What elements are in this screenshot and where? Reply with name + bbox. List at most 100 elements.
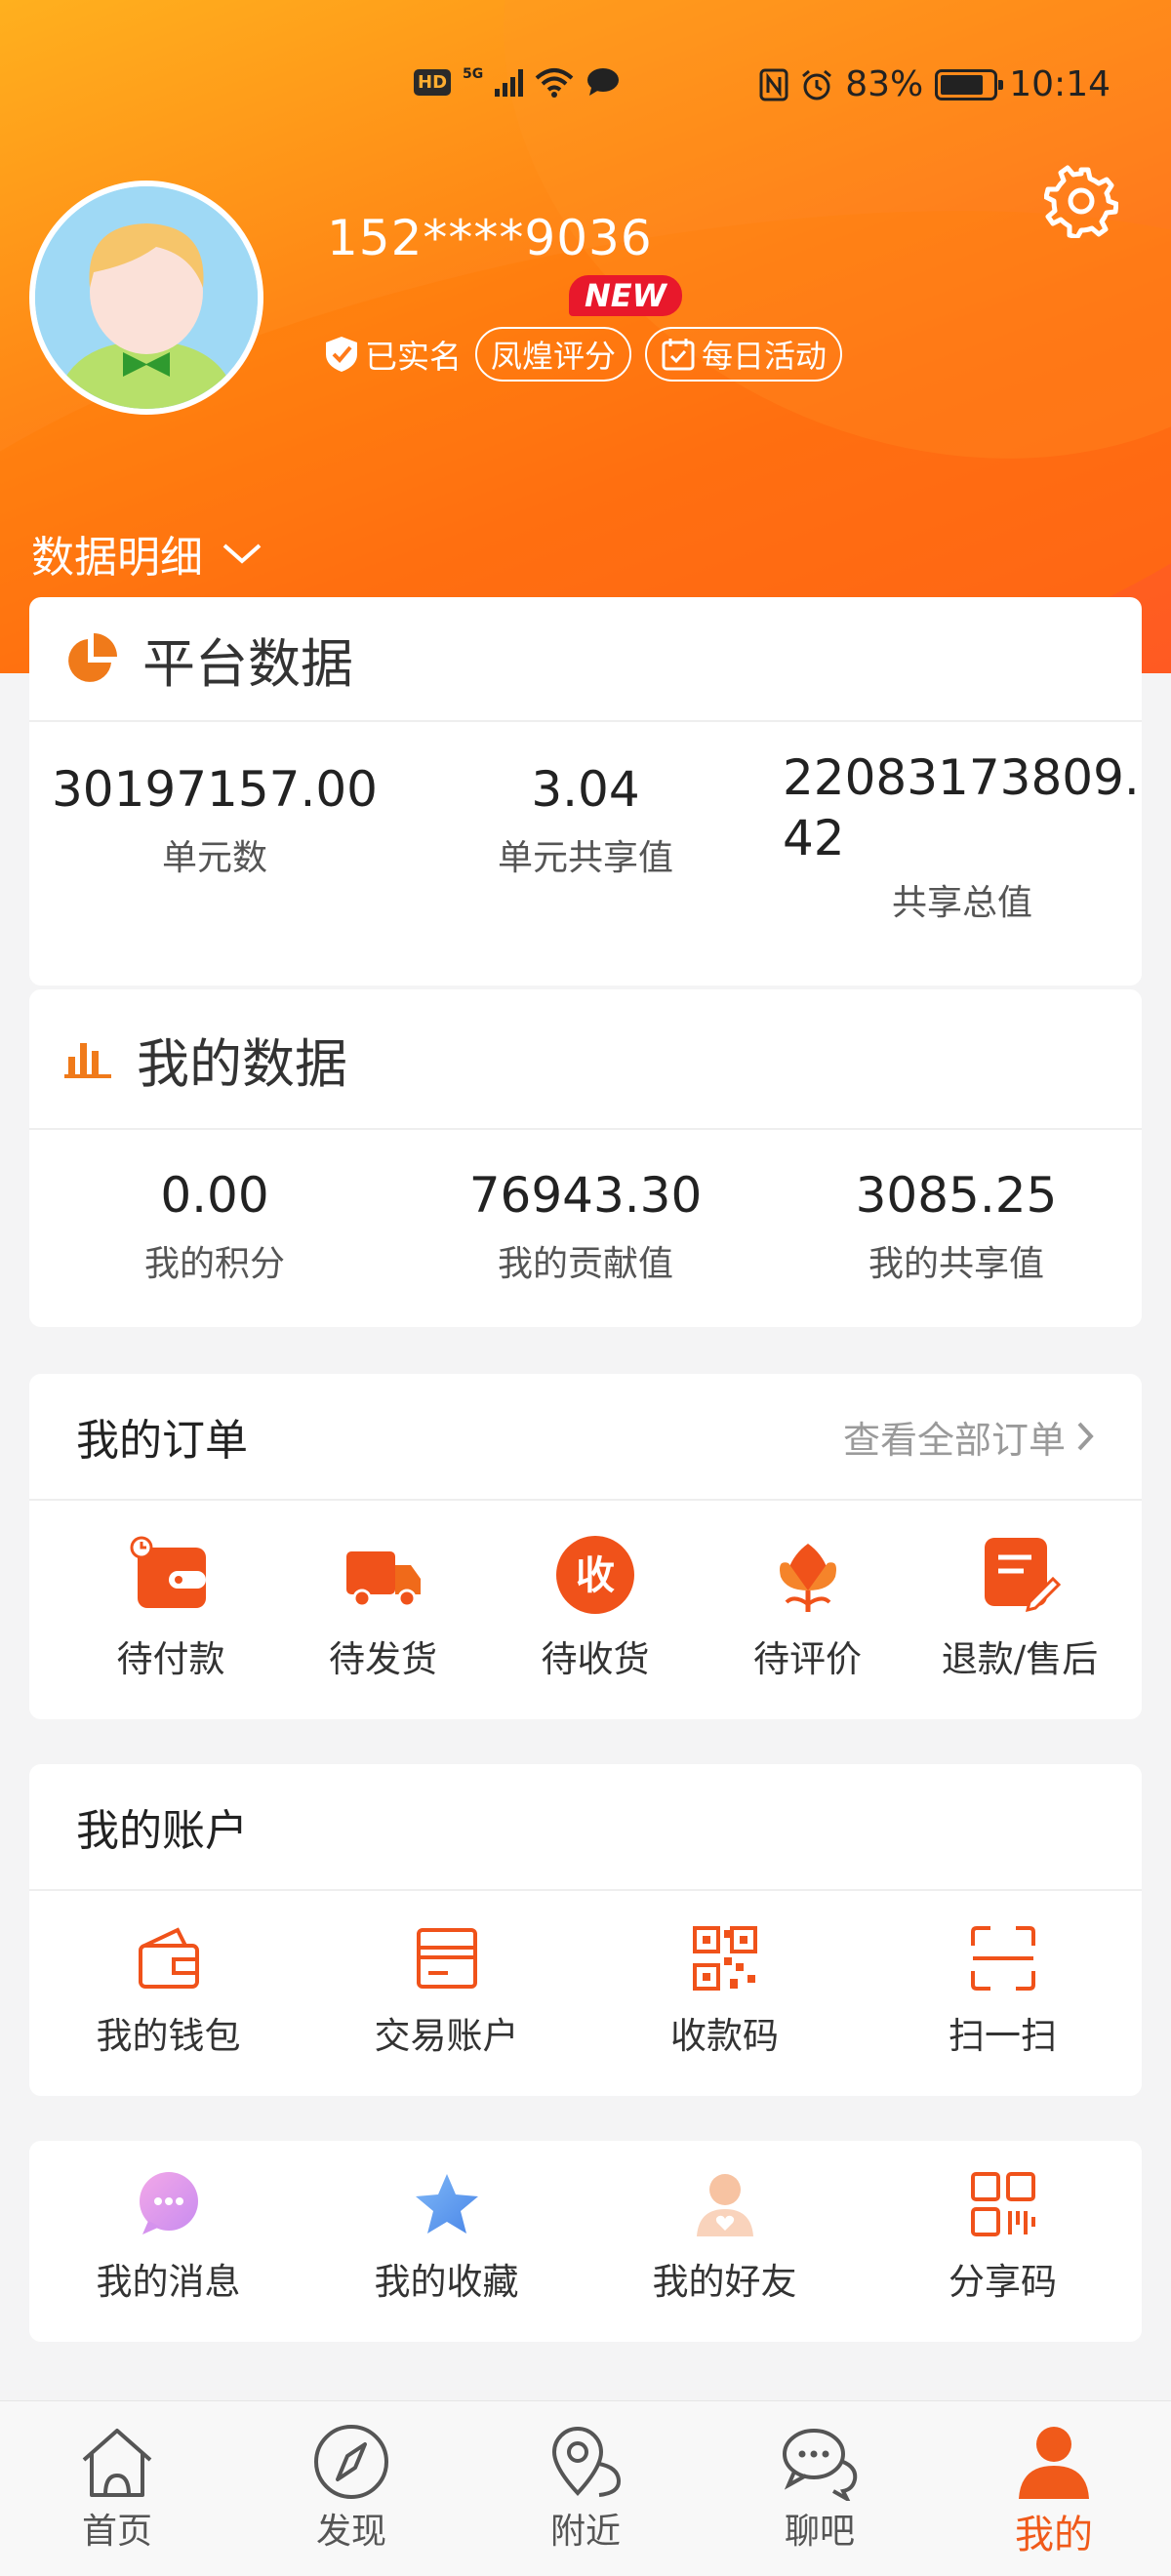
stat-label: 单元共享值 <box>497 838 673 878</box>
qr-icon <box>692 1926 757 1991</box>
wifi-icon <box>535 68 574 98</box>
order-refund[interactable]: 退款/售后 <box>917 1534 1122 1682</box>
order-label: 待发货 <box>329 1638 437 1680</box>
order-pending-receipt[interactable]: 收 待收货 <box>493 1534 698 1682</box>
social-card: 我的消息 我的收藏 我的好友 分享码 <box>29 2141 1142 2342</box>
verified-status: 已实名 <box>324 331 462 378</box>
daily-activity-button[interactable]: 每日活动 <box>645 327 843 382</box>
tab-profile[interactable]: 我的 <box>937 2401 1171 2576</box>
settings-button[interactable] <box>1043 164 1119 240</box>
calendar-check-icon <box>662 339 695 371</box>
account-payment-code[interactable]: 收款码 <box>598 1924 852 2059</box>
new-badge: NEW <box>569 275 682 316</box>
stat-label: 我的积分 <box>143 1244 285 1284</box>
tab-label: 附近 <box>549 2512 621 2552</box>
verified-label: 已实名 <box>365 338 462 376</box>
wallet-clock-icon <box>130 1536 206 1608</box>
my-data-title: 我的数据 <box>137 1032 347 1095</box>
order-pending-payment[interactable]: 待付款 <box>68 1534 273 1682</box>
order-pending-review[interactable]: 待评价 <box>706 1534 910 1682</box>
bar-chart-icon <box>64 1043 111 1078</box>
platform-data-card: 平台数据 30197157.00 单元数 3.04 单元共享值 22083173… <box>29 597 1142 986</box>
account-label: 收款码 <box>670 2015 779 2057</box>
order-label: 待收货 <box>541 1638 650 1680</box>
alarm-icon <box>802 69 832 100</box>
account-trading[interactable]: 交易账户 <box>320 1924 574 2059</box>
friend-icon <box>696 2174 753 2236</box>
stat-contribution[interactable]: 76943.30 我的贡献值 <box>400 1167 771 1286</box>
stat-label: 单元数 <box>161 838 267 878</box>
account-label: 我的钱包 <box>96 2015 241 2057</box>
svg-text:收: 收 <box>576 1553 615 1598</box>
account-card: 我的账户 我的钱包 交易账户 收款码 扫一扫 <box>29 1764 1142 2096</box>
battery-percent: 83% <box>845 64 924 104</box>
order-pending-shipment[interactable]: 待发货 <box>281 1534 486 1682</box>
share-code-icon <box>970 2172 1035 2236</box>
stat-value: 3.04 <box>531 761 640 818</box>
tab-discover[interactable]: 发现 <box>234 2401 468 2576</box>
daily-activity-label: 每日活动 <box>702 338 828 375</box>
order-label: 待付款 <box>116 1638 225 1680</box>
data-detail-label: 数据明细 <box>31 533 203 583</box>
stat-value: 22083173809. 42 <box>783 749 1140 866</box>
message-notify-icon <box>587 68 620 96</box>
stat-points[interactable]: 0.00 我的积分 <box>29 1167 400 1286</box>
social-label: 我的消息 <box>96 2261 241 2303</box>
stat-value: 0.00 <box>160 1167 269 1224</box>
order-label: 退款/售后 <box>941 1638 1099 1680</box>
stat-unit-share: 3.04 单元共享值 <box>400 761 771 925</box>
profile-header: HD 5G 83% 10:14 152****9036 NEW 已实名 凤煌评分… <box>0 0 1171 673</box>
score-label: 凤煌评分 <box>491 338 617 375</box>
shield-check-icon <box>326 337 357 372</box>
my-messages[interactable]: 我的消息 <box>42 2170 296 2305</box>
nfc-icon <box>759 68 788 101</box>
tab-chat[interactable]: 聊吧 <box>703 2401 937 2576</box>
data-detail-toggle[interactable]: 数据明细 <box>31 522 263 584</box>
bottom-tab-bar: 首页 发现 附近 聊吧 我的 <box>0 2400 1171 2576</box>
tab-label: 首页 <box>81 2512 152 2552</box>
my-favorites[interactable]: 我的收藏 <box>320 2170 574 2305</box>
stat-value: 30197157.00 <box>51 761 378 818</box>
view-all-orders-link[interactable]: 查看全部订单 <box>843 1410 1095 1464</box>
stat-my-share[interactable]: 3085.25 我的共享值 <box>771 1167 1142 1286</box>
avatar[interactable] <box>29 181 263 415</box>
pie-chart-icon <box>68 633 117 682</box>
truck-icon <box>345 1551 421 1608</box>
location-icon <box>551 2427 622 2497</box>
tab-label: 我的 <box>1015 2513 1093 2557</box>
account-wallet[interactable]: 我的钱包 <box>42 1924 296 2059</box>
view-all-orders-label: 查看全部订单 <box>842 1418 1066 1462</box>
chat-icon <box>783 2429 858 2501</box>
account-title: 我的账户 <box>76 1806 248 1856</box>
card-icon <box>416 1928 477 1989</box>
stat-value: 76943.30 <box>468 1167 703 1224</box>
profile-icon <box>1019 2427 1089 2499</box>
receive-icon: 收 <box>556 1536 634 1614</box>
orders-title: 我的订单 <box>76 1416 248 1466</box>
compass-icon <box>314 2425 388 2499</box>
tab-nearby[interactable]: 附近 <box>468 2401 703 2576</box>
tab-home[interactable]: 首页 <box>0 2401 234 2576</box>
stat-label: 共享总值 <box>891 883 1032 923</box>
gear-icon <box>1043 165 1119 240</box>
social-label: 我的好友 <box>652 2261 797 2303</box>
clock: 10:14 <box>1009 64 1110 104</box>
stat-label: 我的共享值 <box>868 1244 1044 1284</box>
social-label: 分享码 <box>949 2261 1057 2303</box>
platform-data-title: 平台数据 <box>142 632 353 695</box>
share-code[interactable]: 分享码 <box>876 2170 1130 2305</box>
star-icon <box>415 2174 478 2234</box>
scan-icon <box>970 1926 1035 1991</box>
score-button[interactable]: 凤煌评分 <box>475 327 632 382</box>
my-data-card: 我的数据 0.00 我的积分 76943.30 我的贡献值 3085.25 我的… <box>29 989 1142 1327</box>
my-friends[interactable]: 我的好友 <box>598 2170 852 2305</box>
status-bar: HD 5G 83% 10:14 <box>0 60 1171 109</box>
tab-label: 聊吧 <box>784 2512 855 2552</box>
account-label: 交易账户 <box>374 2015 519 2057</box>
chevron-down-icon <box>222 543 262 564</box>
stat-share-total: 22083173809. 42 共享总值 <box>771 747 1142 925</box>
stat-value: 3085.25 <box>855 1167 1058 1224</box>
social-label: 我的收藏 <box>374 2261 519 2303</box>
account-scan[interactable]: 扫一扫 <box>876 1924 1130 2059</box>
profile-badges: 已实名 凤煌评分 每日活动 <box>324 327 843 382</box>
